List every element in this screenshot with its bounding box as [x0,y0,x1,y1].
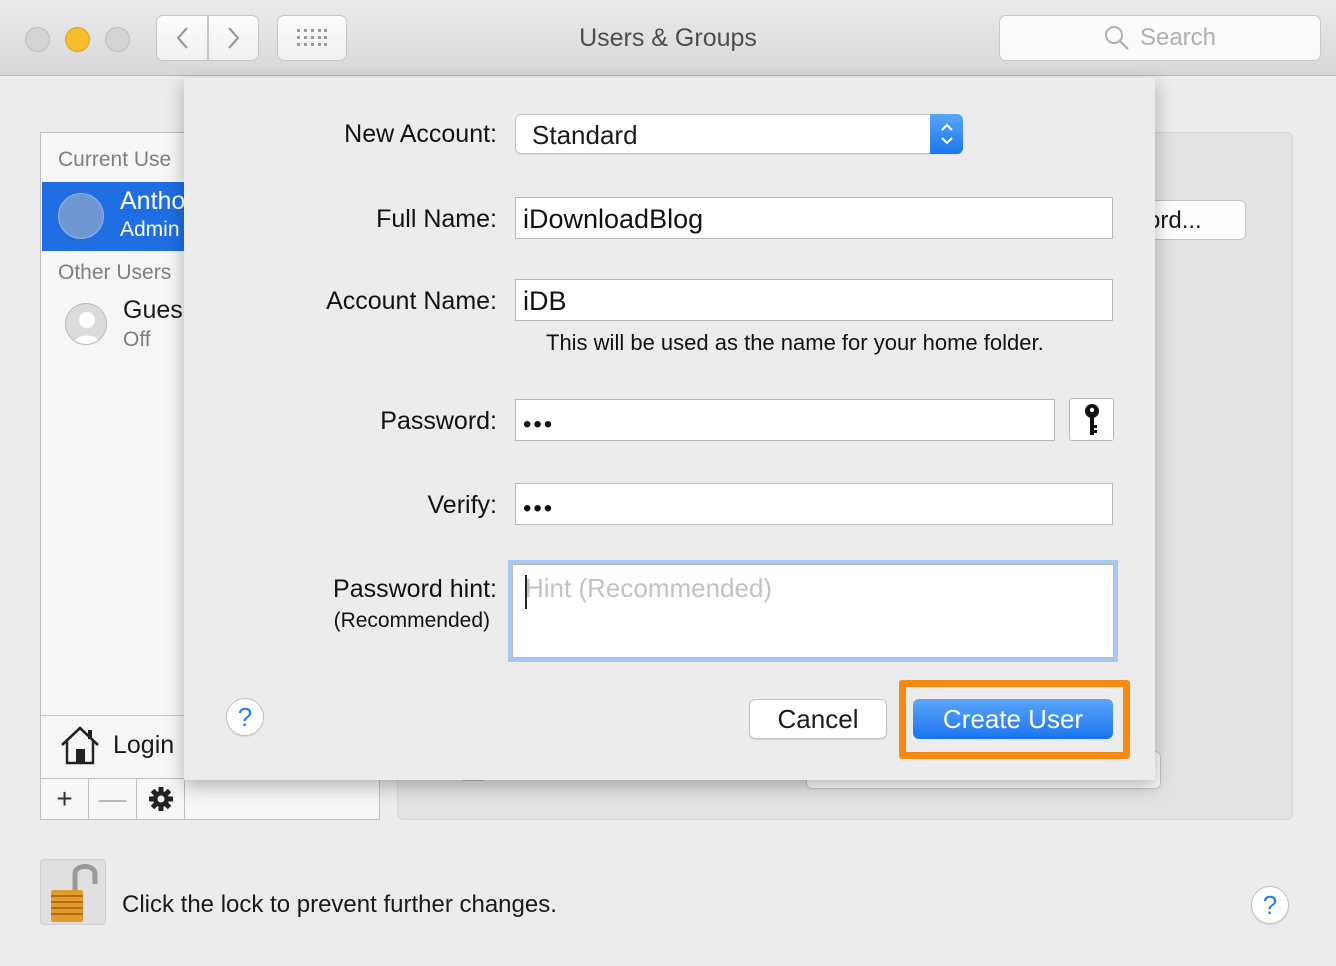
password-assistant-button[interactable] [1069,398,1114,441]
lock-button[interactable] [40,859,106,925]
verify-field[interactable]: ••• [515,483,1113,525]
new-account-sheet: New Account: Standard Full Name: iDownlo… [184,78,1155,780]
help-button[interactable]: ? [1251,886,1289,924]
password-label: Password: [380,407,497,435]
sheet-help-button[interactable]: ? [226,698,264,736]
other-users-header: Other Users [58,261,172,284]
password-dots: ••• [523,411,555,438]
account-name-field[interactable]: iDB [515,279,1113,321]
house-icon [61,726,99,765]
verify-label: Verify: [427,491,497,519]
unlocked-padlock-icon [51,864,98,922]
sidebar-toolbar: + — [41,778,379,819]
create-user-button[interactable]: Create User [913,699,1113,739]
popup-arrows [930,114,963,154]
search-icon [1104,26,1129,50]
guest-user-name[interactable]: Gues [123,296,183,325]
add-user-button[interactable]: + [41,779,89,819]
key-icon [1084,403,1099,435]
up-down-chevron-icon [940,123,953,145]
guest-avatar [65,303,107,345]
password-hint-label: Password hint: [333,575,497,603]
remove-user-button[interactable]: — [89,779,137,819]
text-caret [525,575,527,609]
add-icon: + [56,783,73,814]
account-name-note: This will be used as the name for your h… [546,330,1044,355]
full-name-label: Full Name: [376,205,497,233]
verify-dots: ••• [523,495,555,522]
login-options-label: Login [113,730,175,759]
guest-user-status: Off [123,328,151,351]
current-user-header: Current Use [58,148,172,171]
action-menu-button[interactable] [137,779,185,819]
avatar [58,193,104,239]
search-placeholder: Search [1139,24,1217,51]
gear-icon [148,787,173,811]
login-options-item[interactable]: Login [59,725,174,765]
lock-status-text: Click the lock to prevent further change… [122,891,557,918]
cancel-button[interactable]: Cancel [749,699,887,739]
new-account-label: New Account: [344,120,497,148]
password-field[interactable]: ••• [515,399,1055,441]
account-type-value: Standard [532,120,638,150]
change-password-button[interactable]: ord... [1148,200,1246,240]
password-hint-field[interactable]: Hint (Recommended) [512,564,1114,658]
full-name-field[interactable]: iDownloadBlog [515,197,1113,239]
password-hint-placeholder: Hint (Recommended) [525,573,773,603]
account-type-popup[interactable]: Standard [515,114,963,154]
person-icon [72,312,102,344]
change-password-label: ord... [1148,207,1202,234]
search-field[interactable]: Search [999,15,1321,61]
current-user-name: Antho [120,187,186,215]
remove-icon: — [98,783,127,814]
account-name-label: Account Name: [326,287,497,315]
current-user-role: Admin [120,218,180,241]
title-bar: Users & Groups Search [0,0,1336,76]
password-hint-sublabel: (Recommended) [333,609,490,632]
